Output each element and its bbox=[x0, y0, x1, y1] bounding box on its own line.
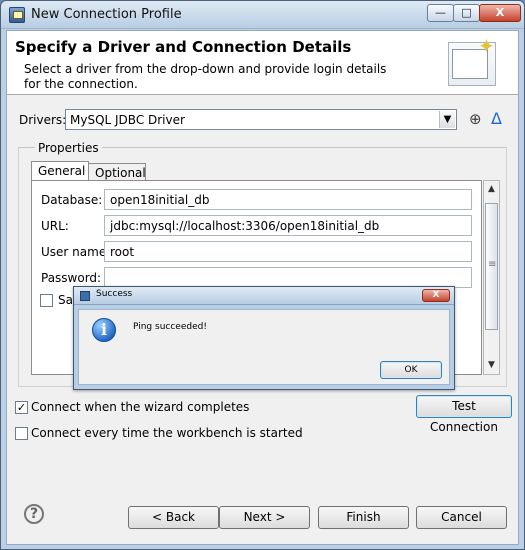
next-button[interactable]: Next > bbox=[219, 506, 310, 529]
window-title-bar[interactable]: New Connection Profile — □ X bbox=[1, 1, 524, 29]
back-button[interactable]: < Back bbox=[128, 506, 219, 529]
help-icon[interactable]: ? bbox=[24, 504, 44, 524]
minimize-button[interactable]: — bbox=[427, 4, 454, 22]
maximize-button[interactable]: □ bbox=[453, 4, 480, 22]
connect-every-time-label: Connect every time the workbench is star… bbox=[31, 426, 303, 440]
scroll-up-icon[interactable]: ▲ bbox=[484, 181, 499, 198]
connect-when-completes-label: Connect when the wizard completes bbox=[31, 400, 250, 414]
user-name-field[interactable]: root bbox=[104, 241, 472, 262]
password-field[interactable] bbox=[104, 267, 472, 288]
save-password-checkbox[interactable] bbox=[40, 294, 53, 307]
new-item-sparkle-icon: ✦ bbox=[478, 34, 495, 58]
page-title: Specify a Driver and Connection Details bbox=[15, 38, 352, 56]
drivers-label: Drivers: bbox=[19, 113, 67, 127]
dialog-title: Success bbox=[96, 289, 133, 299]
dialog-body: i Ping succeeded! OK bbox=[78, 309, 450, 385]
selected-driver: MySQL JDBC Driver bbox=[70, 113, 185, 127]
application-icon bbox=[9, 7, 25, 23]
tab-general[interactable]: General bbox=[31, 161, 89, 181]
database-field[interactable]: open18initial_db bbox=[104, 189, 472, 210]
dialog-close-button[interactable]: X bbox=[422, 289, 450, 302]
password-label: Password: bbox=[41, 271, 102, 285]
connect-when-completes-checkbox[interactable]: ✓ bbox=[15, 401, 28, 414]
scroll-down-icon[interactable]: ▼ bbox=[484, 357, 499, 374]
url-field[interactable]: jdbc:mysql://localhost:3306/open18initia… bbox=[104, 215, 472, 236]
new-driver-icon[interactable]: ⊕ bbox=[469, 110, 485, 128]
driver-delta-icon[interactable]: Δ bbox=[491, 109, 507, 128]
properties-label: Properties bbox=[35, 141, 102, 155]
finish-button[interactable]: Finish bbox=[318, 506, 409, 529]
dialog-title-bar[interactable]: Success X bbox=[74, 287, 454, 305]
window-title: New Connection Profile bbox=[31, 7, 182, 22]
tab-optional[interactable]: Optional bbox=[88, 163, 146, 181]
dialog-app-icon bbox=[80, 291, 90, 301]
test-connection-button[interactable]: Test Connection bbox=[416, 395, 512, 434]
connection-wizard-icon: ✦ bbox=[448, 34, 496, 86]
database-label: Database: bbox=[41, 193, 103, 207]
close-window-button[interactable]: X bbox=[479, 4, 521, 22]
ping-success-message: Ping succeeded! bbox=[133, 322, 207, 332]
success-dialog: Success X i Ping succeeded! OK bbox=[73, 286, 455, 390]
url-label: URL: bbox=[41, 219, 69, 233]
chevron-down-icon[interactable]: ▼ bbox=[439, 111, 455, 128]
wizard-header: Specify a Driver and Connection Details … bbox=[7, 31, 518, 95]
ok-button[interactable]: OK bbox=[380, 361, 442, 379]
properties-scrollbar[interactable]: ▲ ▼ bbox=[483, 180, 500, 375]
user-name-label: User name: bbox=[41, 245, 111, 259]
scrollbar-thumb[interactable] bbox=[485, 203, 498, 330]
connect-every-time-checkbox[interactable] bbox=[15, 427, 28, 440]
new-connection-profile-window: New Connection Profile — □ X Specify a D… bbox=[0, 0, 525, 550]
drivers-dropdown[interactable]: MySQL JDBC Driver ▼ bbox=[65, 109, 457, 130]
page-description: Select a driver from the drop-down and p… bbox=[24, 62, 387, 91]
info-icon: i bbox=[92, 318, 116, 342]
cancel-button[interactable]: Cancel bbox=[416, 506, 507, 529]
